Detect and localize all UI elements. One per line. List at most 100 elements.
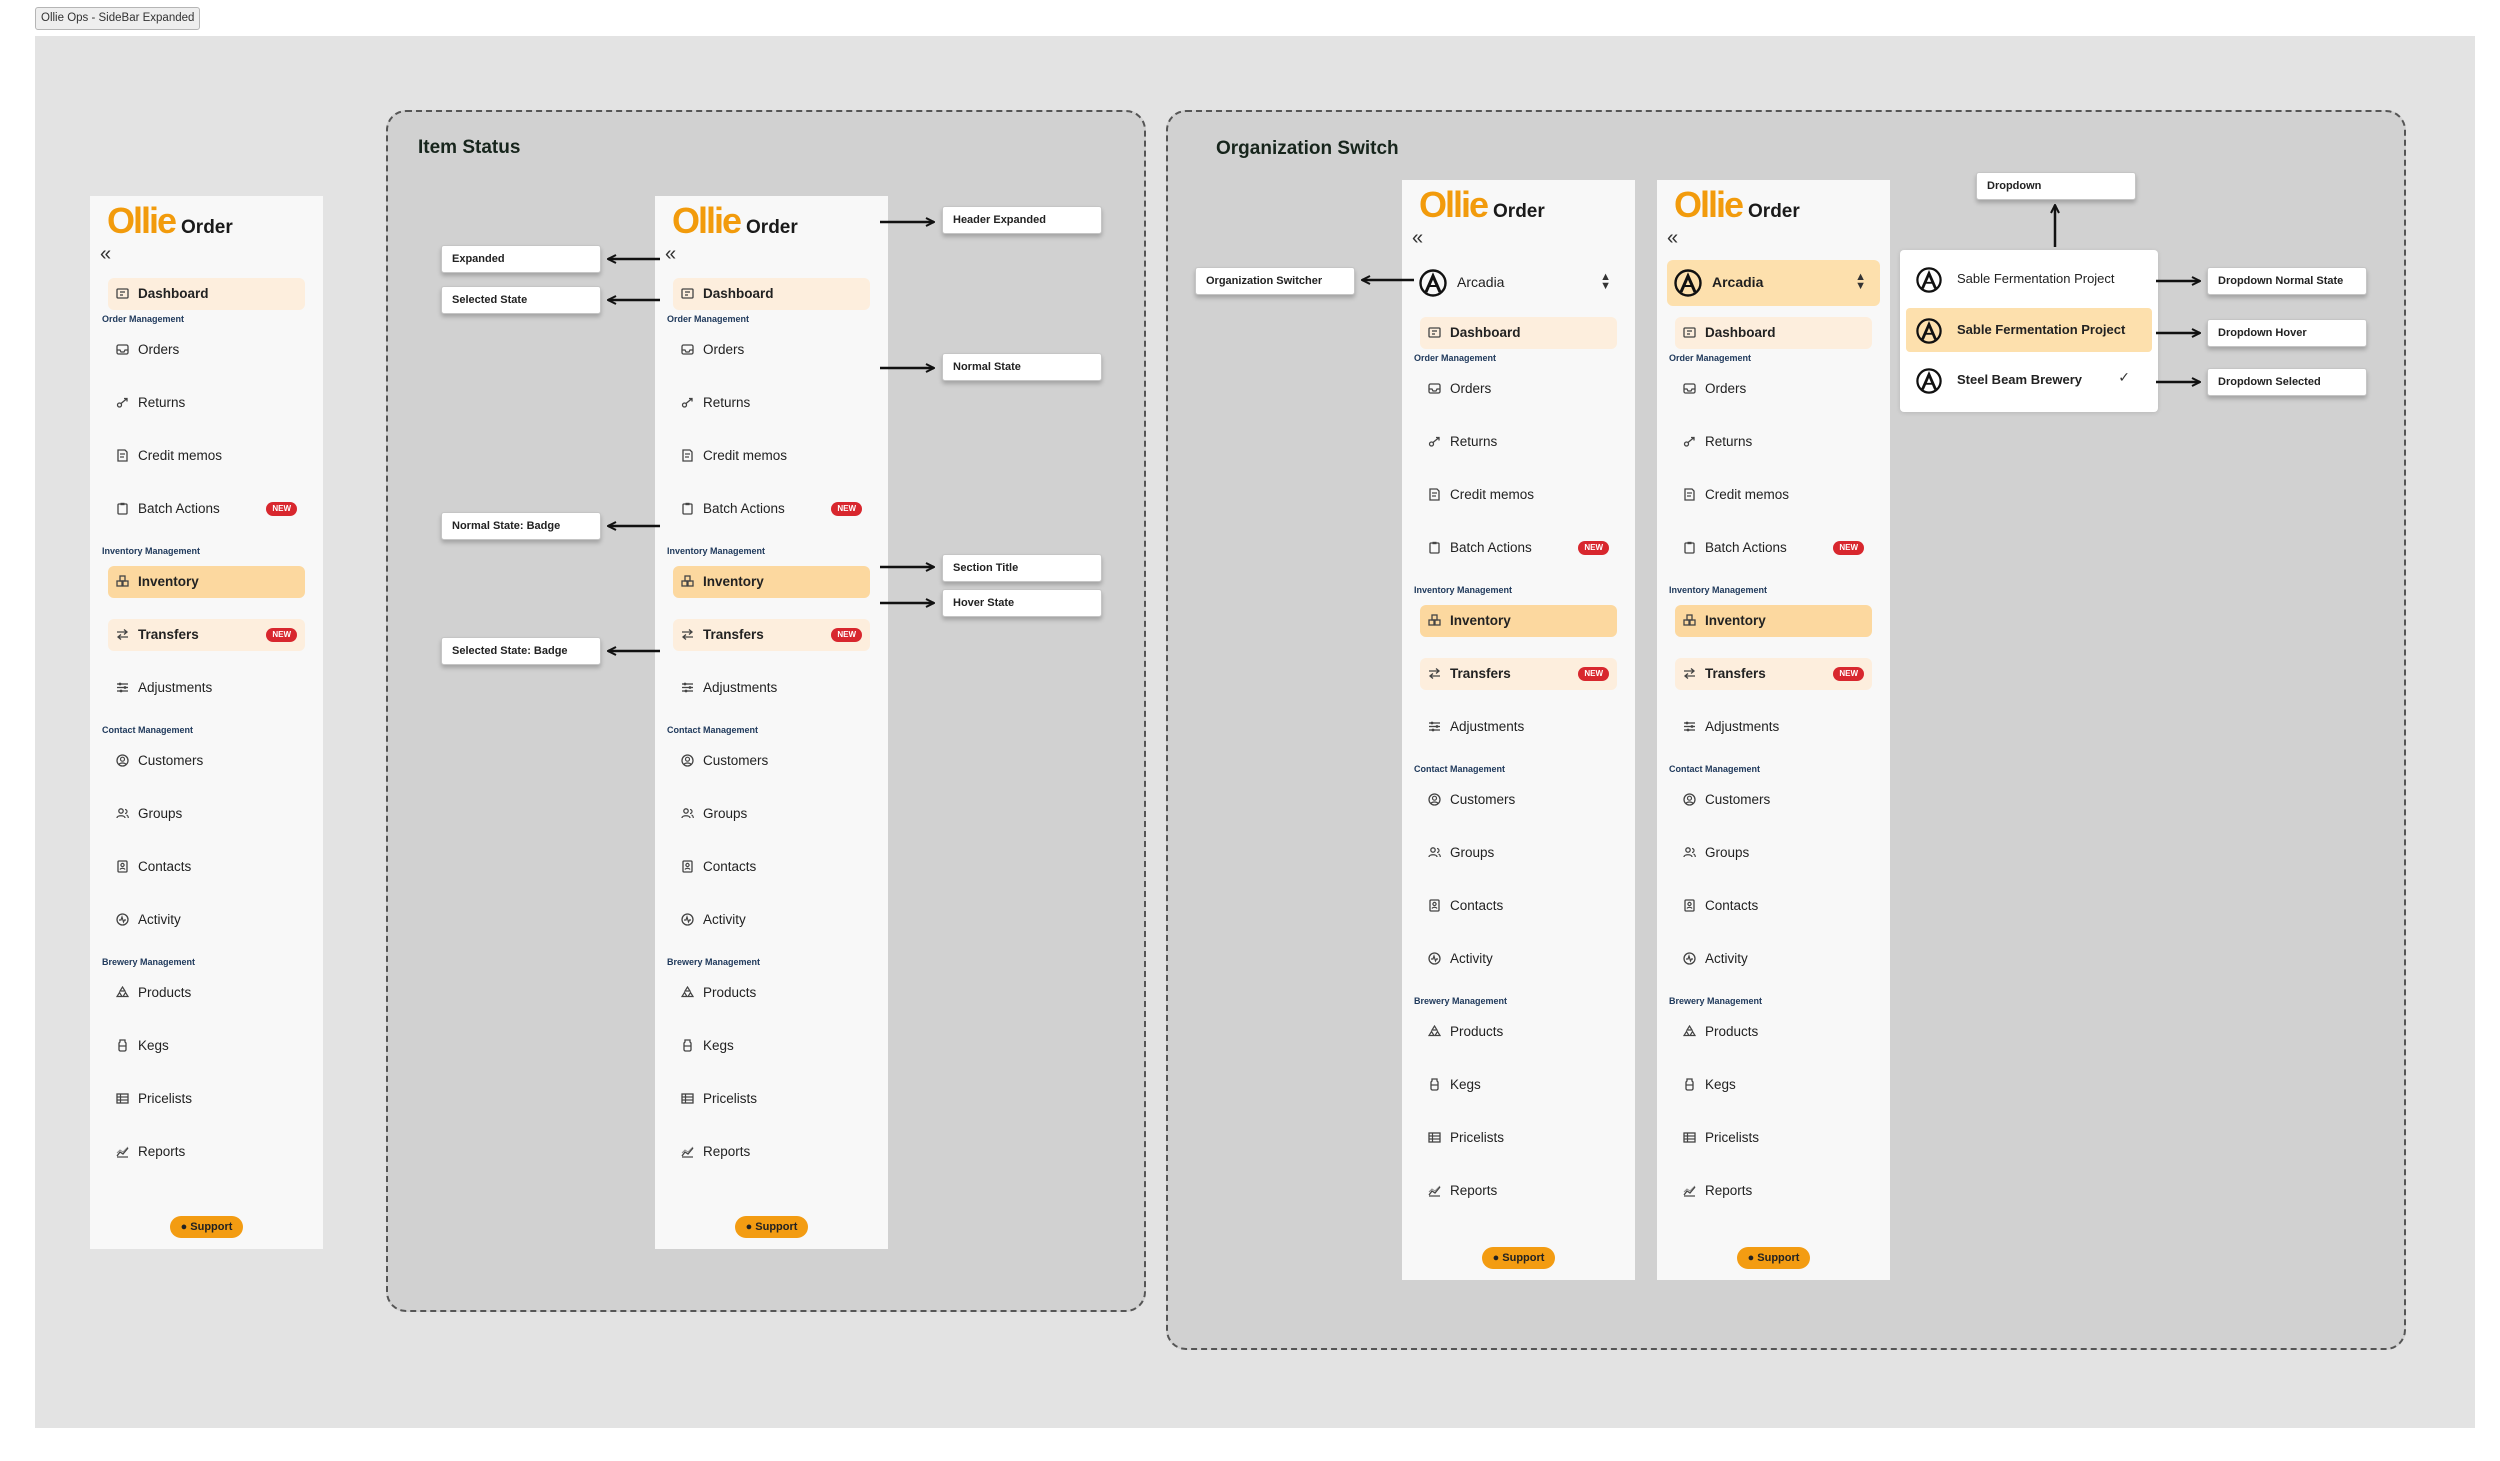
sidebar-item-reports[interactable]: Reports: [1675, 1175, 1872, 1207]
sidebar-item-batch-actions[interactable]: Batch Actions NEW: [673, 493, 870, 525]
dropdown-item-hover[interactable]: Sable Fermentation Project: [1906, 308, 2152, 352]
sidebar-item-products[interactable]: Products: [1675, 1016, 1872, 1048]
sidebar-item-contacts[interactable]: Contacts: [108, 851, 305, 883]
table-icon: [1428, 1132, 1441, 1143]
sidebar-item-label: Inventory: [703, 574, 764, 589]
sidebar-item-returns[interactable]: Returns: [108, 387, 305, 419]
sidebar-item-credit-memos[interactable]: Credit memos: [1420, 479, 1617, 511]
sidebar-item-kegs[interactable]: Kegs: [1675, 1069, 1872, 1101]
boxes-icon: [681, 575, 694, 587]
sidebar-item-customers[interactable]: Customers: [1675, 784, 1872, 816]
sidebar-item-batch-actions[interactable]: Batch Actions NEW: [1420, 532, 1617, 564]
support-button[interactable]: ● Support: [1482, 1247, 1555, 1269]
sidebar-item-activity[interactable]: Activity: [1675, 943, 1872, 975]
sidebar-item-products[interactable]: Products: [108, 977, 305, 1009]
sidebar-item-contacts[interactable]: Contacts: [673, 851, 870, 883]
sidebar-item-orders[interactable]: Orders: [1675, 373, 1872, 405]
sidebar-item-adjustments[interactable]: Adjustments: [1420, 711, 1617, 743]
clipboard-icon: [1684, 541, 1695, 554]
user-circle-icon: [116, 754, 129, 767]
sidebar-item-kegs[interactable]: Kegs: [1420, 1069, 1617, 1101]
return-icon: [1428, 436, 1440, 447]
sidebar-item-pricelists[interactable]: Pricelists: [1420, 1122, 1617, 1154]
sidebar-item-products[interactable]: Products: [673, 977, 870, 1009]
logo-text: Order: [746, 217, 798, 238]
sidebar-item-pricelists[interactable]: Pricelists: [1675, 1122, 1872, 1154]
sidebar-item-transfers[interactable]: Transfers NEW: [1675, 658, 1872, 690]
collapse-sidebar-icon[interactable]: «: [665, 244, 676, 264]
sidebar-item-returns[interactable]: Returns: [1675, 426, 1872, 458]
sidebar-item-contacts[interactable]: Contacts: [1420, 890, 1617, 922]
sidebar-item-reports[interactable]: Reports: [1420, 1175, 1617, 1207]
new-badge: NEW: [831, 628, 862, 642]
sidebar-item-credit-memos[interactable]: Credit memos: [108, 440, 305, 472]
collapse-sidebar-icon[interactable]: «: [1412, 228, 1423, 248]
sidebar-item-adjustments[interactable]: Adjustments: [108, 672, 305, 704]
sidebar-item-kegs[interactable]: Kegs: [108, 1030, 305, 1062]
sidebar-item-returns[interactable]: Returns: [673, 387, 870, 419]
ollie-order-logo[interactable]: Ollie Order: [672, 200, 798, 242]
sidebar-item-reports[interactable]: Reports: [673, 1136, 870, 1168]
organization-name: Arcadia: [1457, 274, 1505, 290]
sidebar-item-reports[interactable]: Reports: [108, 1136, 305, 1168]
sidebar-item-groups[interactable]: Groups: [1420, 837, 1617, 869]
sidebar-item-groups[interactable]: Groups: [1675, 837, 1872, 869]
organization-name: Arcadia: [1712, 274, 1764, 290]
sidebar-item-dashboard[interactable]: Dashboard: [108, 278, 305, 310]
sidebar-item-orders[interactable]: Orders: [1420, 373, 1617, 405]
sidebar-item-inventory[interactable]: Inventory: [673, 566, 870, 598]
sidebar-item-orders[interactable]: Orders: [108, 334, 305, 366]
sidebar-item-adjustments[interactable]: Adjustments: [1675, 711, 1872, 743]
organization-switcher[interactable]: Arcadia ▲ ▼: [1412, 260, 1625, 306]
sidebar-item-credit-memos[interactable]: Credit memos: [673, 440, 870, 472]
sidebar-item-transfers[interactable]: Transfers NEW: [1420, 658, 1617, 690]
section-title-brewery: Brewery Management: [1414, 996, 1508, 1006]
sidebar: Ollie Order «Dashboard Order Management Orde…: [655, 196, 888, 1249]
sidebar-item-activity[interactable]: Activity: [1420, 943, 1617, 975]
sidebar-item-label: Activity: [138, 912, 181, 927]
sidebar-item-orders[interactable]: Orders: [673, 334, 870, 366]
sidebar-item-adjustments[interactable]: Adjustments: [673, 672, 870, 704]
support-button[interactable]: ● Support: [1737, 1247, 1810, 1269]
dropdown-item-selected[interactable]: Steel Beam Brewery ✓: [1906, 358, 2152, 402]
sidebar-item-kegs[interactable]: Kegs: [673, 1030, 870, 1062]
sidebar-item-inventory[interactable]: Inventory: [1675, 605, 1872, 637]
sidebar-item-activity[interactable]: Activity: [108, 904, 305, 936]
sidebar-item-transfers[interactable]: Transfers NEW: [673, 619, 870, 651]
sidebar-item-batch-actions[interactable]: Batch Actions NEW: [1675, 532, 1872, 564]
dropdown-item[interactable]: Sable Fermentation Project: [1906, 257, 2152, 301]
sidebar-item-credit-memos[interactable]: Credit memos: [1675, 479, 1872, 511]
sidebar-item-products[interactable]: Products: [1420, 1016, 1617, 1048]
sidebar-item-customers[interactable]: Customers: [1420, 784, 1617, 816]
sidebar-item-contacts[interactable]: Contacts: [1675, 890, 1872, 922]
page-tab[interactable]: Ollie Ops - SideBar Expanded: [35, 7, 201, 30]
sidebar-item-inventory[interactable]: Inventory: [108, 566, 305, 598]
sidebar-item-groups[interactable]: Groups: [108, 798, 305, 830]
arrows-swap-icon: [116, 628, 129, 641]
sidebar-item-pricelists[interactable]: Pricelists: [108, 1083, 305, 1115]
sidebar-item-activity[interactable]: Activity: [673, 904, 870, 936]
organization-logo-icon: [1674, 269, 1702, 297]
sidebar-item-batch-actions[interactable]: Batch Actions NEW: [108, 493, 305, 525]
organization-switcher[interactable]: Arcadia ▲ ▼: [1667, 260, 1880, 306]
sidebar-item-customers[interactable]: Customers: [108, 745, 305, 777]
collapse-sidebar-icon[interactable]: «: [1667, 228, 1678, 248]
sidebar-item-dashboard[interactable]: Dashboard: [1675, 317, 1872, 349]
sidebar-item-label: Customers: [1705, 792, 1771, 807]
sidebar-item-returns[interactable]: Returns: [1420, 426, 1617, 458]
sidebar-item-pricelists[interactable]: Pricelists: [673, 1083, 870, 1115]
sidebar-item-inventory[interactable]: Inventory: [1420, 605, 1617, 637]
sidebar-item-transfers[interactable]: Transfers NEW: [108, 619, 305, 651]
logo-mark: Ollie: [107, 200, 177, 241]
sidebar-item-dashboard[interactable]: Dashboard: [673, 278, 870, 310]
ollie-order-logo[interactable]: Ollie Order: [1674, 184, 1800, 226]
ollie-order-logo[interactable]: Ollie Order: [107, 200, 233, 242]
sidebar-item-customers[interactable]: Customers: [673, 745, 870, 777]
sidebar-item-dashboard[interactable]: Dashboard: [1420, 317, 1617, 349]
sidebar-item-groups[interactable]: Groups: [673, 798, 870, 830]
collapse-sidebar-icon[interactable]: «: [100, 244, 111, 264]
ollie-order-logo[interactable]: Ollie Order: [1419, 184, 1545, 226]
section-title-inventory: Inventory Management: [1669, 585, 1768, 595]
support-button[interactable]: ● Support: [170, 1216, 243, 1238]
support-button[interactable]: ● Support: [735, 1216, 808, 1238]
